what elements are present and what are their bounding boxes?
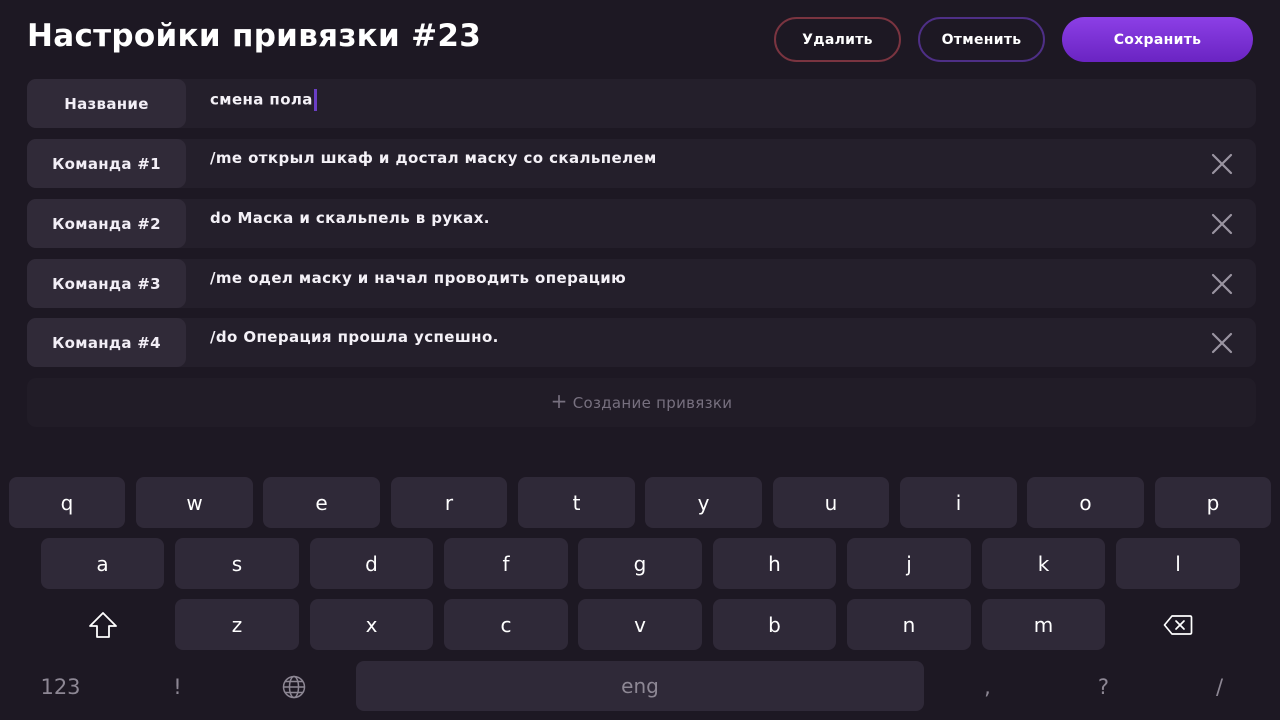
- numbers-key[interactable]: 123: [9, 661, 112, 712]
- key-l[interactable]: l: [1116, 538, 1240, 589]
- key-j[interactable]: j: [847, 538, 971, 589]
- text-caret: [313, 89, 317, 111]
- comma-key[interactable]: ,: [936, 661, 1039, 712]
- name-input[interactable]: смена пола: [210, 89, 1190, 111]
- command-label-2: Команда #2: [27, 199, 186, 248]
- bind-settings-screen: Настройки привязки #23 Удалить Отменить …: [0, 0, 1280, 720]
- command-label-3: Команда #3: [27, 259, 186, 308]
- key-f[interactable]: f: [444, 538, 568, 589]
- create-bind-button[interactable]: + Создание привязки: [27, 378, 1256, 427]
- backspace-icon: [1163, 614, 1193, 635]
- key-n[interactable]: n: [847, 599, 971, 650]
- exclamation-key[interactable]: !: [126, 661, 229, 712]
- globe-icon: [282, 675, 305, 698]
- close-icon[interactable]: [1210, 331, 1234, 355]
- key-p[interactable]: p: [1155, 477, 1271, 528]
- shift-icon: [88, 611, 117, 638]
- delete-button[interactable]: Удалить: [774, 17, 901, 62]
- key-t[interactable]: t: [518, 477, 635, 528]
- space-key[interactable]: eng: [356, 661, 924, 711]
- command-input-4[interactable]: /do Операция прошла успешно.: [210, 328, 1190, 350]
- plus-icon: +: [550, 389, 568, 413]
- key-h[interactable]: h: [713, 538, 836, 589]
- name-label: Название: [27, 79, 186, 128]
- command-input-2[interactable]: do Маска и скальпель в руках.: [210, 209, 1190, 231]
- shift-key[interactable]: [41, 599, 164, 650]
- key-x[interactable]: x: [310, 599, 433, 650]
- close-icon[interactable]: [1210, 272, 1234, 296]
- command-label-1: Команда #1: [27, 139, 186, 188]
- command-label-4: Команда #4: [27, 318, 186, 367]
- backspace-key[interactable]: [1116, 599, 1240, 650]
- slash-key[interactable]: /: [1168, 661, 1271, 712]
- key-i[interactable]: i: [900, 477, 1017, 528]
- key-e[interactable]: e: [263, 477, 380, 528]
- question-key[interactable]: ?: [1052, 661, 1155, 712]
- key-g[interactable]: g: [578, 538, 702, 589]
- key-c[interactable]: c: [444, 599, 568, 650]
- save-button[interactable]: Сохранить: [1062, 17, 1253, 62]
- cancel-button[interactable]: Отменить: [918, 17, 1045, 62]
- key-z[interactable]: z: [175, 599, 299, 650]
- key-u[interactable]: u: [773, 477, 889, 528]
- key-b[interactable]: b: [713, 599, 836, 650]
- create-bind-label: Создание привязки: [572, 393, 733, 412]
- key-w[interactable]: w: [136, 477, 253, 528]
- command-row-4: Команда #4 /do Операция прошла успешно.: [27, 318, 1256, 367]
- command-input-1[interactable]: /me открыл шкаф и достал маску со скальп…: [210, 149, 1190, 171]
- key-o[interactable]: o: [1027, 477, 1144, 528]
- command-row-1: Команда #1 /me открыл шкаф и достал маск…: [27, 139, 1256, 188]
- command-input-3[interactable]: /me одел маску и начал проводить операци…: [210, 269, 1190, 291]
- page-title: Настройки привязки #23: [27, 18, 482, 54]
- command-row-2: Команда #2 do Маска и скальпель в руках.: [27, 199, 1256, 248]
- command-row-3: Команда #3 /me одел маску и начал провод…: [27, 259, 1256, 308]
- name-row: Название смена пола: [27, 79, 1256, 128]
- close-icon[interactable]: [1210, 152, 1234, 176]
- key-r[interactable]: r: [391, 477, 507, 528]
- close-icon[interactable]: [1210, 212, 1234, 236]
- key-m[interactable]: m: [982, 599, 1105, 650]
- key-q[interactable]: q: [9, 477, 125, 528]
- name-value: смена пола: [210, 90, 313, 109]
- key-k[interactable]: k: [982, 538, 1105, 589]
- key-y[interactable]: y: [645, 477, 762, 528]
- key-s[interactable]: s: [175, 538, 299, 589]
- key-d[interactable]: d: [310, 538, 433, 589]
- key-a[interactable]: a: [41, 538, 164, 589]
- key-v[interactable]: v: [578, 599, 702, 650]
- globe-key[interactable]: [242, 661, 345, 712]
